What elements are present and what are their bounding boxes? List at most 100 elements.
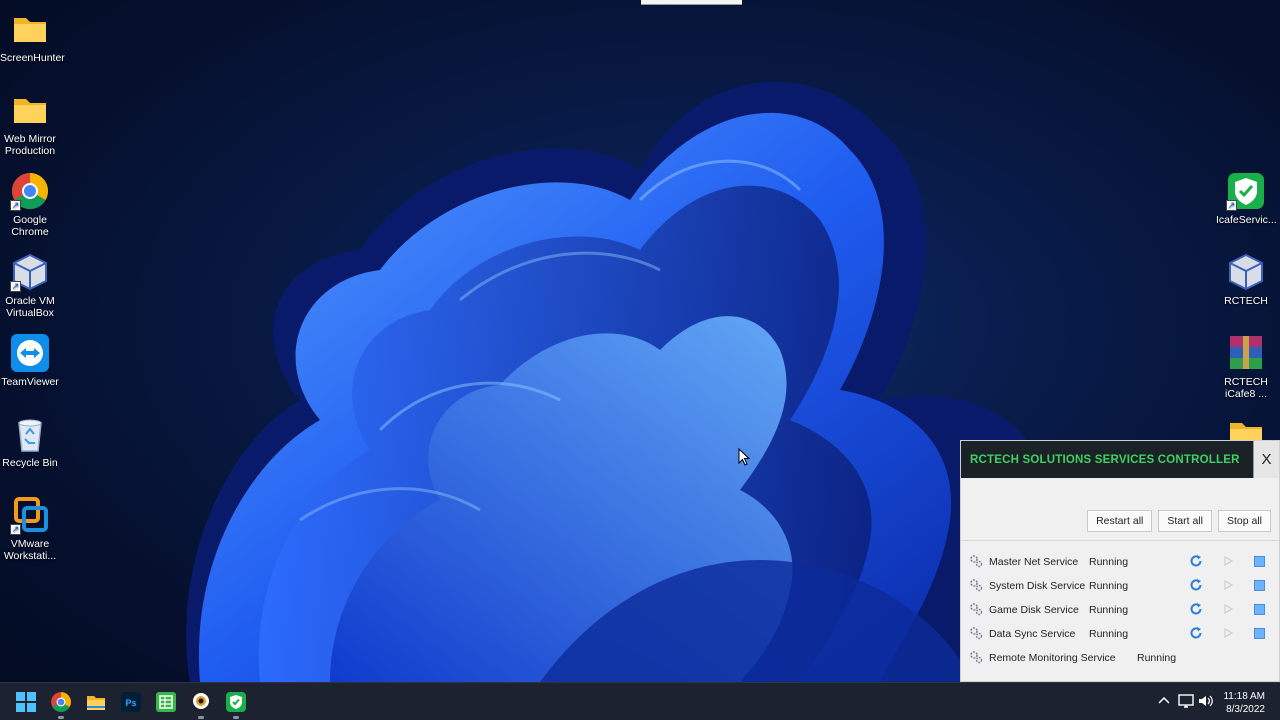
service-name: Master Net Service xyxy=(989,556,1079,568)
mouse-cursor-icon xyxy=(738,448,750,466)
taskbar: Ps 11:18 AM 8/3/2022 xyxy=(0,682,1280,720)
service-name: Remote Monitoring Service xyxy=(989,652,1116,664)
gear-icon xyxy=(970,627,983,640)
system-clock[interactable]: 11:18 AM 8/3/2022 xyxy=(1223,690,1265,716)
desktop-icon-google-chrome[interactable]: ↗ Google Chrome xyxy=(0,171,60,238)
close-button[interactable]: X xyxy=(1253,441,1279,478)
network-button[interactable] xyxy=(1177,692,1195,710)
service-name: Game Disk Service xyxy=(989,604,1079,616)
gear-icon xyxy=(970,555,983,568)
taskbar-spreadsheet[interactable] xyxy=(152,688,180,716)
gear-icon xyxy=(970,651,983,664)
start-all-button[interactable]: Start all xyxy=(1158,510,1212,532)
service-row-master-net: Master Net Service Running xyxy=(961,551,1279,571)
service-status: Running xyxy=(1089,556,1129,568)
teamviewer-icon xyxy=(10,333,50,373)
start-icon xyxy=(16,692,36,712)
restart-icon[interactable] xyxy=(1189,578,1203,592)
photoshop-icon: Ps xyxy=(121,692,141,712)
service-name: Data Sync Service xyxy=(989,628,1076,640)
desktop-icon-web-mirror-production[interactable]: Web Mirror Production xyxy=(0,90,60,157)
taskbar-chrome[interactable] xyxy=(47,688,75,719)
service-status: Running xyxy=(1089,628,1129,640)
show-hidden-icons-button[interactable] xyxy=(1155,692,1173,710)
gear-icon xyxy=(970,603,983,616)
window-edge xyxy=(641,0,742,5)
restart-icon[interactable] xyxy=(1189,626,1203,640)
play-icon[interactable] xyxy=(1222,627,1234,639)
shortcut-arrow-icon: ↗ xyxy=(10,200,21,211)
running-indicator xyxy=(198,716,204,719)
desktop-icon-label: VMware Workstati... xyxy=(3,538,57,562)
taskbar-file-explorer[interactable] xyxy=(82,688,110,716)
folder-icon xyxy=(10,9,50,49)
desktop-icon-label: Recycle Bin xyxy=(2,457,58,469)
service-row-game-disk: Game Disk Service Running xyxy=(961,599,1279,619)
service-row-remote-monitoring: Remote Monitoring Service Running xyxy=(961,647,1279,667)
desktop-icon-label: RCTECH xyxy=(1224,295,1268,307)
virtualbox-icon xyxy=(1226,252,1266,292)
icafe-service-icon: ↗ xyxy=(1226,171,1266,211)
icafe-shield-icon xyxy=(226,692,246,712)
winrar-icon xyxy=(1226,333,1266,373)
running-indicator xyxy=(233,716,239,719)
file-explorer-icon xyxy=(87,696,105,710)
service-status: Running xyxy=(1137,652,1177,664)
desktop-icon-label: ScreenHunter xyxy=(0,52,65,64)
volume-button[interactable] xyxy=(1197,692,1215,710)
taskbar-icafe[interactable] xyxy=(222,688,250,719)
chrome-icon xyxy=(51,692,71,712)
desktop-icon-screenhunter[interactable]: ScreenHunter xyxy=(0,9,65,64)
photoshop-label: Ps xyxy=(125,698,136,708)
start-button[interactable] xyxy=(12,688,40,716)
stop-icon[interactable] xyxy=(1254,604,1265,615)
shortcut-arrow-icon: ↗ xyxy=(1226,200,1237,211)
network-icon xyxy=(1178,694,1194,708)
webcam-icon xyxy=(193,693,209,709)
stop-icon[interactable] xyxy=(1254,580,1265,591)
chrome-icon: ↗ xyxy=(10,171,50,211)
desktop-icon-rctech-icafe8[interactable]: RCTECH iCafe8 ... xyxy=(1216,333,1276,400)
desktop-icon-label: Google Chrome xyxy=(11,214,49,238)
desktop-icon-label: RCTECH iCafe8 ... xyxy=(1224,376,1268,400)
desktop-icon-vmware[interactable]: ↗ VMware Workstati... xyxy=(0,495,60,562)
service-row-data-sync: Data Sync Service Running xyxy=(961,623,1279,643)
restart-all-button[interactable]: Restart all xyxy=(1087,510,1153,532)
clock-time: 11:18 AM xyxy=(1223,691,1265,702)
play-icon[interactable] xyxy=(1222,555,1234,567)
divider xyxy=(961,540,1279,541)
restart-icon[interactable] xyxy=(1189,602,1203,616)
spreadsheet-icon xyxy=(156,692,176,712)
chevron-up-icon xyxy=(1158,696,1170,704)
stop-icon[interactable] xyxy=(1254,556,1265,567)
services-controller-window: RCTECH SOLUTIONS SERVICES CONTROLLER X R… xyxy=(960,440,1280,682)
stop-all-button[interactable]: Stop all xyxy=(1217,510,1271,532)
running-indicator xyxy=(58,716,64,719)
vmware-icon: ↗ xyxy=(10,495,50,535)
window-title: RCTECH SOLUTIONS SERVICES CONTROLLER xyxy=(970,454,1240,466)
service-row-system-disk: System Disk Service Running xyxy=(961,575,1279,595)
service-status: Running xyxy=(1089,580,1129,592)
gear-icon xyxy=(970,579,983,592)
window-titlebar[interactable]: RCTECH SOLUTIONS SERVICES CONTROLLER X xyxy=(961,441,1279,478)
shortcut-arrow-icon: ↗ xyxy=(10,524,21,535)
desktop-icon-rctech[interactable]: RCTECH xyxy=(1216,252,1276,307)
restart-icon[interactable] xyxy=(1189,554,1203,568)
volume-icon xyxy=(1199,695,1213,707)
play-icon[interactable] xyxy=(1222,603,1234,615)
clock-date: 8/3/2022 xyxy=(1226,704,1265,715)
play-icon[interactable] xyxy=(1222,579,1234,591)
desktop-icon-virtualbox[interactable]: ↗ Oracle VM VirtualBox xyxy=(0,252,60,319)
recycle-bin-icon xyxy=(10,414,50,454)
stop-icon[interactable] xyxy=(1254,628,1265,639)
desktop-icon-recycle-bin[interactable]: Recycle Bin xyxy=(0,414,60,469)
taskbar-webcam[interactable] xyxy=(187,688,215,719)
shortcut-arrow-icon: ↗ xyxy=(10,281,21,292)
service-name: System Disk Service xyxy=(989,580,1086,592)
virtualbox-icon: ↗ xyxy=(10,252,50,292)
desktop-icon-teamviewer[interactable]: TeamViewer xyxy=(0,333,60,388)
desktop-icon-label: Web Mirror Production xyxy=(4,133,56,157)
action-buttons: Restart all Start all Stop all xyxy=(1087,510,1271,532)
desktop-icon-icafe-service[interactable]: ↗ IcafeServic... xyxy=(1216,171,1277,226)
taskbar-photoshop[interactable]: Ps xyxy=(117,688,145,716)
